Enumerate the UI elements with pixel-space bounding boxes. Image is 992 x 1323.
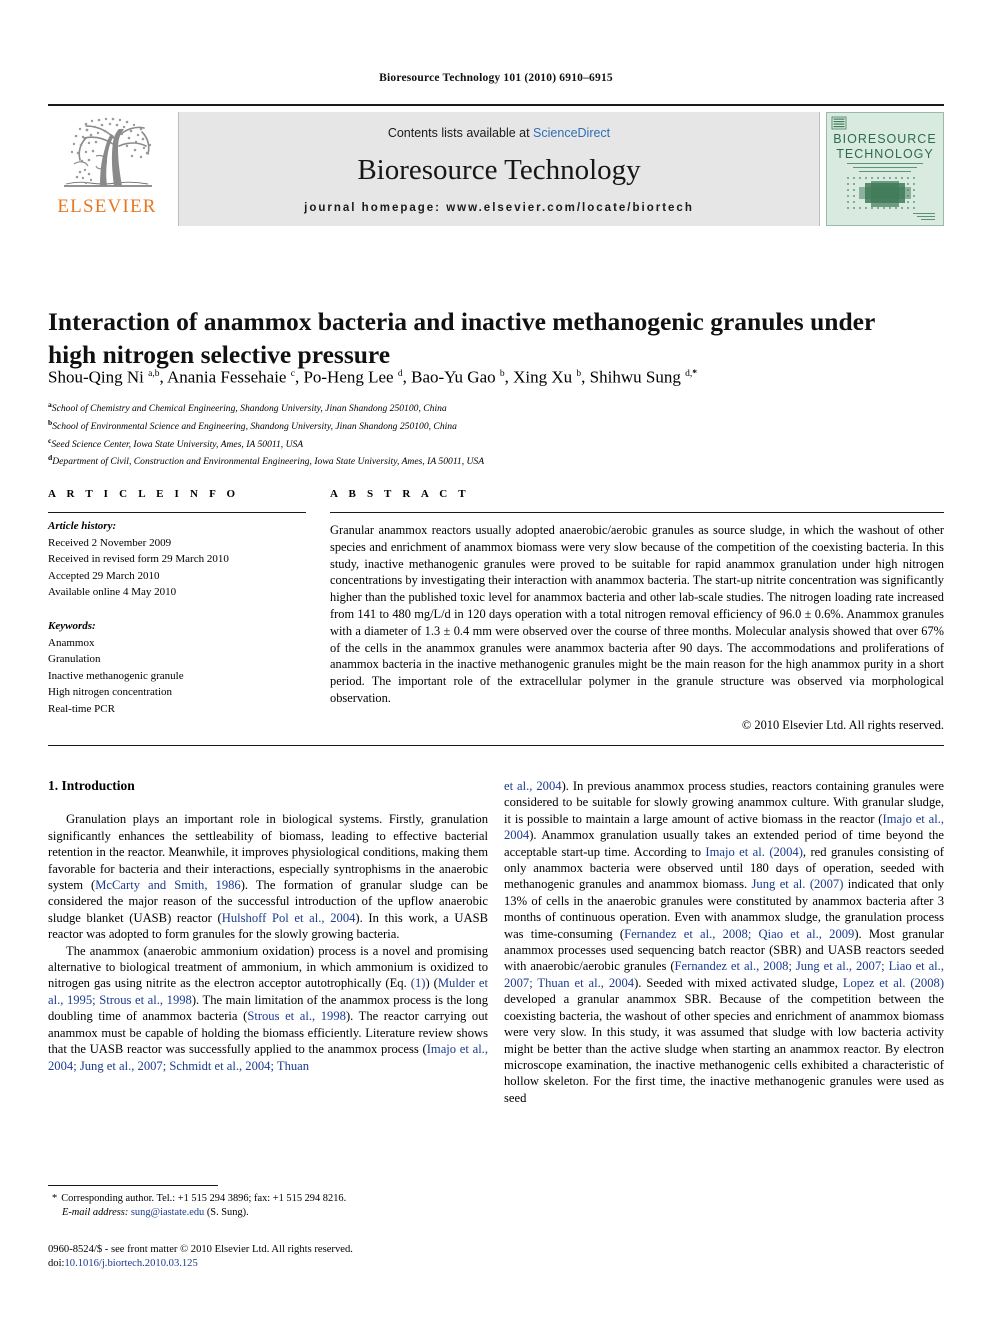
keyword-item: Real-time PCR — [48, 702, 115, 715]
abstract-rule — [330, 512, 944, 513]
affiliation-list: aSchool of Chemistry and Chemical Engine… — [48, 398, 938, 469]
issn-line: 0960-8524/$ - see front matter © 2010 El… — [48, 1244, 353, 1255]
abstract-copyright: © 2010 Elsevier Ltd. All rights reserved… — [741, 718, 944, 732]
doi-label: doi: — [48, 1258, 65, 1269]
email-line: E-mail address: sung@iastate.edu (S. Sun… — [48, 1206, 488, 1220]
elsevier-logo: ELSEVIER — [48, 112, 166, 226]
history-received: Received 2 November 2009 — [48, 536, 172, 549]
email-suffix: (S. Sung). — [206, 1207, 249, 1218]
affiliation-text: Seed Science Center, Iowa State Universi… — [51, 438, 304, 450]
affiliation-a: aSchool of Chemistry and Chemical Engine… — [48, 398, 938, 416]
email-link[interactable]: sung@iastate.edu — [131, 1207, 204, 1218]
paragraph: Granulation plays an important role in b… — [48, 812, 489, 942]
body-column-left: 1. Introduction Granulation plays an imp… — [48, 778, 488, 1074]
keyword-item: Anammox — [48, 636, 95, 649]
corresponding-author-line: * Corresponding author. Tel.: +1 515 294 … — [48, 1192, 488, 1206]
affiliation-c: cSeed Science Center, Iowa State Univers… — [48, 434, 938, 452]
journal-title: Bioresource Technology — [357, 154, 641, 186]
doi-link[interactable]: 10.1016/j.biortech.2010.03.125 — [64, 1258, 197, 1269]
history-online: Available online 4 May 2010 — [48, 586, 177, 598]
elsevier-tree-icon — [56, 112, 160, 196]
keywords-label: Keywords: — [48, 620, 96, 632]
keyword-item: Inactive methanogenic granule — [48, 669, 184, 682]
corresponding-author-text: Corresponding author. Tel.: +1 515 294 3… — [61, 1193, 347, 1204]
history-accepted: Accepted 29 March 2010 — [48, 569, 160, 582]
abstract-text: Granular anammox reactors usually adopte… — [330, 523, 944, 705]
elsevier-wordmark: ELSEVIER — [57, 196, 157, 217]
article-history-block: Article history: Received 2 November 200… — [48, 518, 306, 601]
svg-text:BIORESOURCE: BIORESOURCE — [833, 132, 936, 146]
body-column-right: et al., 2004). In previous anammox proce… — [504, 778, 944, 1106]
doi-line: doi:10.1016/j.biortech.2010.03.125 — [48, 1257, 488, 1271]
journal-cover-thumbnail: BIORESOURCE TECHNOLOGY — [826, 112, 944, 226]
abstract-box-bottom-rule — [48, 745, 944, 746]
svg-text:TECHNOLOGY: TECHNOLOGY — [836, 147, 934, 161]
sciencedirect-link[interactable]: ScienceDirect — [533, 126, 610, 140]
keywords-block: Keywords: Anammox Granulation Inactive m… — [48, 618, 306, 717]
email-label: E-mail address: — [62, 1207, 129, 1218]
article-history-label: Article history: — [48, 520, 117, 532]
imprint-block: 0960-8524/$ - see front matter © 2010 El… — [48, 1243, 488, 1271]
contents-prefix: Contents lists available at — [387, 126, 534, 140]
keyword-item: High nitrogen concentration — [48, 686, 173, 698]
journal-banner: Contents lists available at ScienceDirec… — [178, 112, 820, 226]
article-info-heading: A R T I C L E I N F O — [48, 488, 240, 500]
article-info-rule — [48, 512, 306, 513]
affiliation-text: School of Chemistry and Chemical Enginee… — [51, 403, 447, 415]
paragraph: et al., 2004). In previous anammox proce… — [504, 779, 945, 1105]
section-heading-introduction: 1. Introduction — [48, 778, 135, 793]
footnote-rule — [48, 1185, 218, 1186]
abstract-heading: A B S T R A C T — [330, 488, 470, 500]
keyword-item: Granulation — [48, 653, 101, 665]
history-revised: Received in revised form 29 March 2010 — [48, 553, 229, 565]
journal-homepage-link[interactable]: journal homepage: www.elsevier.com/locat… — [179, 202, 819, 214]
contents-available-line: Contents lists available at ScienceDirec… — [179, 126, 819, 140]
running-head: Bioresource Technology 101 (2010) 6910–6… — [379, 72, 613, 84]
asterisk-icon: * — [52, 1193, 58, 1204]
affiliation-text: Department of Civil, Construction and En… — [52, 456, 485, 468]
journal-article-page: Bioresource Technology 101 (2010) 6910–6… — [0, 0, 992, 1323]
affiliation-text: School of Environmental Science and Engi… — [52, 420, 457, 432]
affiliation-b: bSchool of Environmental Science and Eng… — [48, 416, 938, 434]
paragraph: The anammox (anaerobic ammonium oxidatio… — [48, 943, 488, 1073]
corresponding-author-footnote: * Corresponding author. Tel.: +1 515 294 … — [48, 1192, 488, 1220]
author-list: Shou-Qing Ni a,b, Anania Fessehaie c, Po… — [48, 367, 697, 387]
affiliation-d: dDepartment of Civil, Construction and E… — [48, 451, 938, 469]
journal-masthead: ELSEVIER Contents lists available at Sci… — [48, 104, 944, 226]
